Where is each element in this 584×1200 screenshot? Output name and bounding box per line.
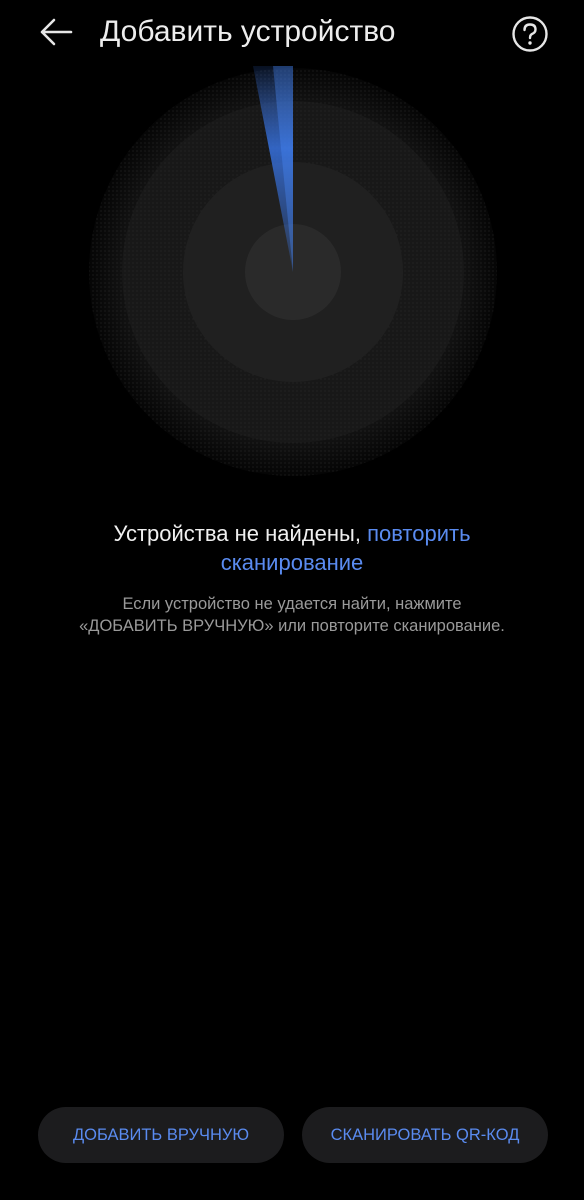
hint-line-1: Если устройство не удается найти, нажмит… [122,595,462,613]
hint-line-2: «ДОБАВИТЬ ВРУЧНУЮ» или повторите сканиро… [79,617,505,635]
question-circle-icon [512,16,548,52]
radar-scan-animation [88,66,498,480]
add-manually-button[interactable]: ДОБАВИТЬ ВРУЧНУЮ [38,1107,284,1163]
scan-hint: Если устройство не удается найти, нажмит… [20,593,564,637]
no-devices-text: Устройства не найдены, [113,521,368,546]
help-button[interactable] [508,12,552,56]
scan-qr-button[interactable]: СКАНИРОВАТЬ QR-КОД [302,1107,548,1163]
retry-scan-link-cont[interactable]: сканирование [0,548,584,577]
page-title: Добавить устройство [100,15,396,48]
retry-scan-link[interactable]: повторить [367,521,470,546]
scan-status: Устройства не найдены, повторить сканиро… [0,519,584,577]
arrow-left-icon [40,18,73,46]
back-button[interactable] [32,10,80,54]
app-bar: Добавить устройство [0,0,584,66]
